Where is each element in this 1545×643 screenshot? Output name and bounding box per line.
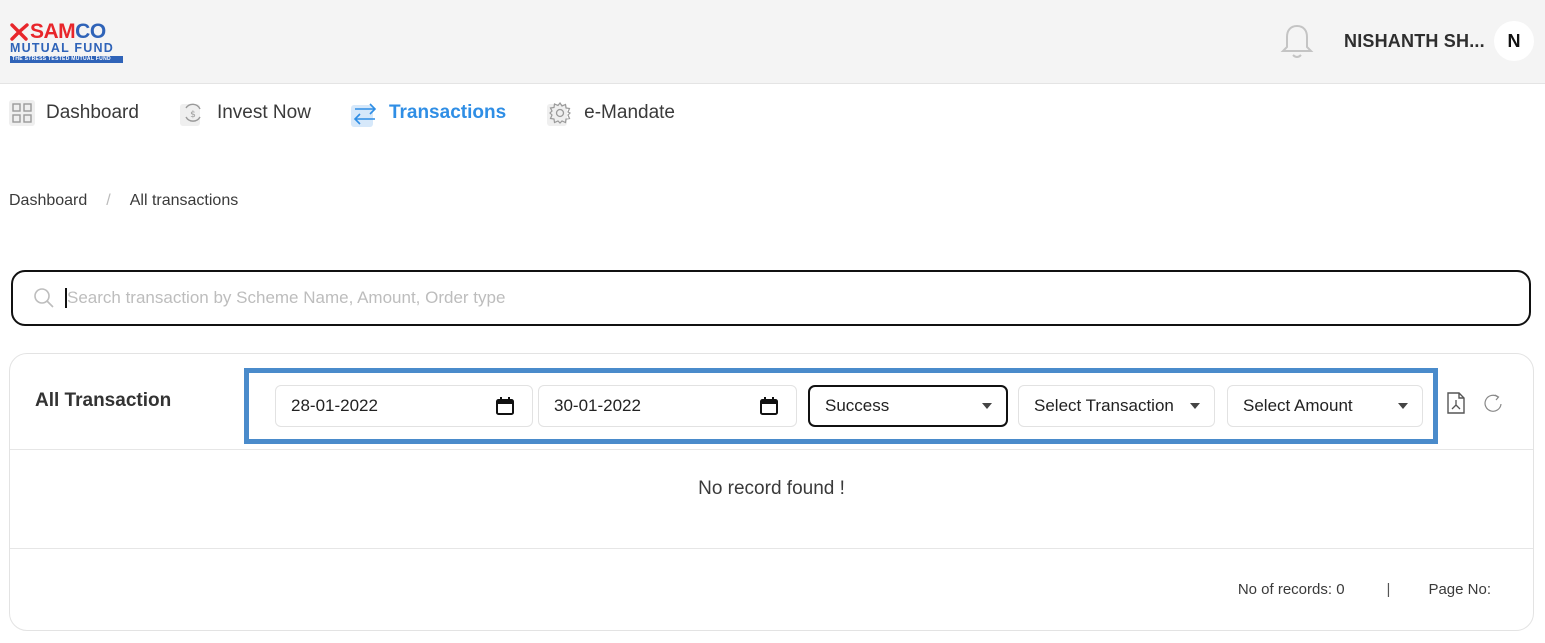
logo-tagline: THE STRESS TESTED MUTUAL FUND xyxy=(10,56,123,63)
divider xyxy=(10,548,1533,549)
gear-icon xyxy=(546,99,574,127)
empty-state-message: No record found ! xyxy=(698,478,845,499)
to-date-field[interactable]: 30-01-2022 xyxy=(538,385,797,427)
refresh-icon[interactable] xyxy=(1482,392,1504,414)
transactions-card: All Transaction 28-01-2022 30-01-2022 Su… xyxy=(9,353,1534,631)
breadcrumb: Dashboard / All transactions xyxy=(9,192,238,210)
card-title: All Transaction xyxy=(35,390,172,411)
transaction-type-select[interactable]: Select Transaction xyxy=(1018,385,1215,427)
pdf-download-icon[interactable] xyxy=(1446,392,1466,414)
chevron-down-icon xyxy=(1398,403,1408,409)
top-header: SAM CO MUTUAL FUND THE STRESS TESTED MUTU… xyxy=(0,0,1545,84)
nav-item-dashboard[interactable]: Dashboard xyxy=(8,99,139,127)
from-date-value: 28-01-2022 xyxy=(291,396,378,415)
nav-item-e-mandate[interactable]: e-Mandate xyxy=(546,99,675,127)
search-bar xyxy=(11,270,1531,326)
transaction-type-value: Select Transaction xyxy=(1034,396,1174,415)
footer-separator: | xyxy=(1386,581,1391,598)
divider xyxy=(10,449,1533,450)
page-number-label: Page No: xyxy=(1428,581,1491,598)
chevron-down-icon xyxy=(982,403,992,409)
swap-arrows-icon xyxy=(350,99,379,127)
chevron-down-icon xyxy=(1190,403,1200,409)
amount-value: Select Amount xyxy=(1243,396,1353,415)
record-count: No of records: 0 xyxy=(1237,581,1345,598)
breadcrumb-separator: / xyxy=(106,192,111,209)
to-date-value: 30-01-2022 xyxy=(554,396,641,415)
filter-highlight-box: 28-01-2022 30-01-2022 Success Select Tra… xyxy=(244,368,1438,444)
nav-label: Transactions xyxy=(388,102,507,123)
bell-icon[interactable] xyxy=(1280,22,1314,60)
avatar[interactable]: N xyxy=(1494,21,1534,61)
nav-item-transactions[interactable]: Transactions xyxy=(350,99,507,127)
logo-wordmark: SAM CO xyxy=(10,21,126,42)
breadcrumb-current: All transactions xyxy=(129,192,239,209)
nav-item-invest-now[interactable]: $ Invest Now xyxy=(179,99,311,127)
breadcrumb-dashboard[interactable]: Dashboard xyxy=(9,192,87,210)
search-input[interactable] xyxy=(65,288,1465,308)
search-icon xyxy=(34,288,54,308)
table-footer: No of records: 0 | Page No: xyxy=(1238,581,1491,598)
svg-text:$: $ xyxy=(190,110,196,120)
nav-label: e-Mandate xyxy=(584,102,675,123)
amount-select[interactable]: Select Amount xyxy=(1227,385,1423,427)
grid-icon xyxy=(8,99,36,127)
rupee-cycle-icon: $ xyxy=(179,99,207,127)
calendar-icon[interactable] xyxy=(759,396,779,416)
main-nav: Dashboard $ Invest Now Transactions e-Ma… xyxy=(0,95,715,131)
status-select[interactable]: Success xyxy=(808,385,1008,427)
user-name[interactable]: NISHANTH SH... xyxy=(1344,31,1485,52)
nav-label: Invest Now xyxy=(216,102,311,123)
logo-symbol-icon xyxy=(10,23,29,41)
logo-subtitle: MUTUAL FUND xyxy=(10,41,114,55)
samco-logo[interactable]: SAM CO MUTUAL FUND THE STRESS TESTED MUTU… xyxy=(10,21,126,64)
calendar-icon[interactable] xyxy=(495,396,515,416)
nav-label: Dashboard xyxy=(46,102,139,123)
status-value: Success xyxy=(825,396,890,415)
from-date-field[interactable]: 28-01-2022 xyxy=(275,385,533,427)
